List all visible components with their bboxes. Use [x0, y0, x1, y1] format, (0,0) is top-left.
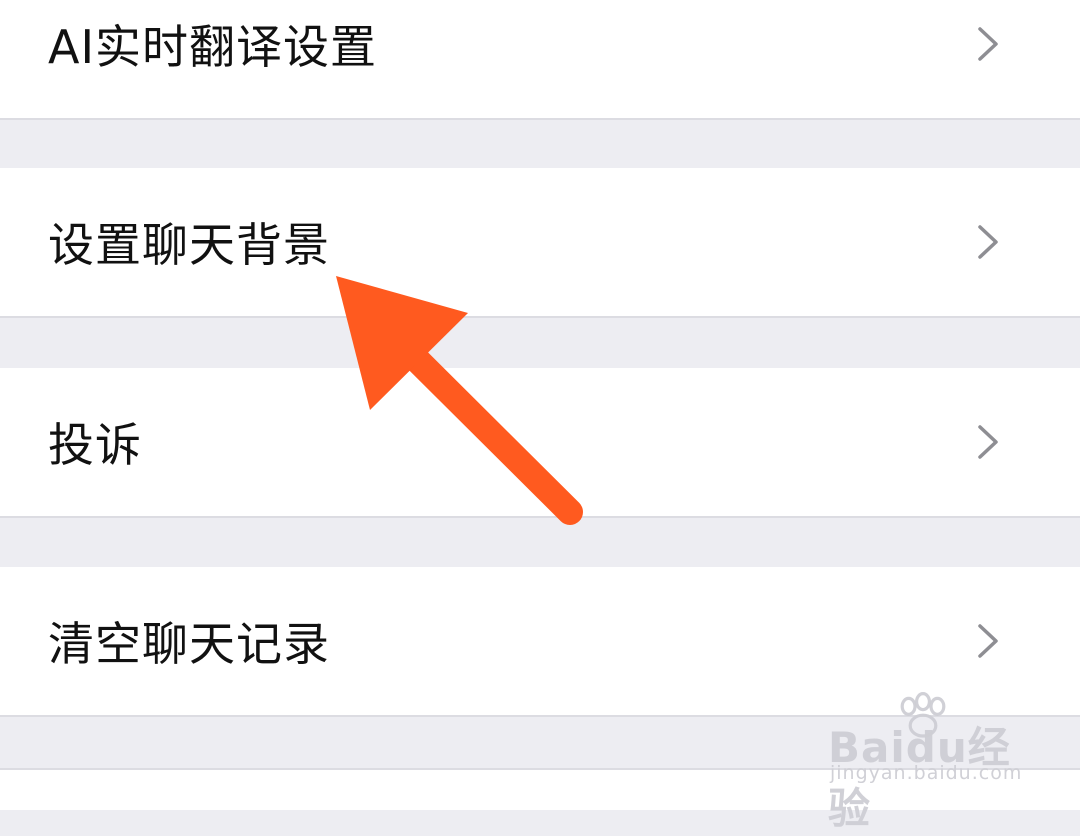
chevron-right-icon	[978, 225, 998, 259]
chevron-right-icon	[978, 624, 998, 658]
settings-item-label: AI实时翻译设置	[48, 20, 378, 74]
settings-item-complaint[interactable]: 投诉	[0, 368, 1080, 518]
chevron-right-icon	[978, 425, 998, 459]
settings-item-clear-history[interactable]: 清空聊天记录	[0, 567, 1080, 717]
settings-item-label: 清空聊天记录	[48, 617, 330, 671]
settings-item-chat-background[interactable]: 设置聊天背景	[0, 168, 1080, 318]
settings-item-ai-translate[interactable]: AI实时翻译设置	[0, 0, 1080, 120]
settings-item-label: 投诉	[48, 418, 142, 472]
chevron-right-icon	[978, 27, 998, 61]
settings-item-partial	[0, 768, 1080, 810]
settings-item-label: 设置聊天背景	[48, 218, 330, 272]
